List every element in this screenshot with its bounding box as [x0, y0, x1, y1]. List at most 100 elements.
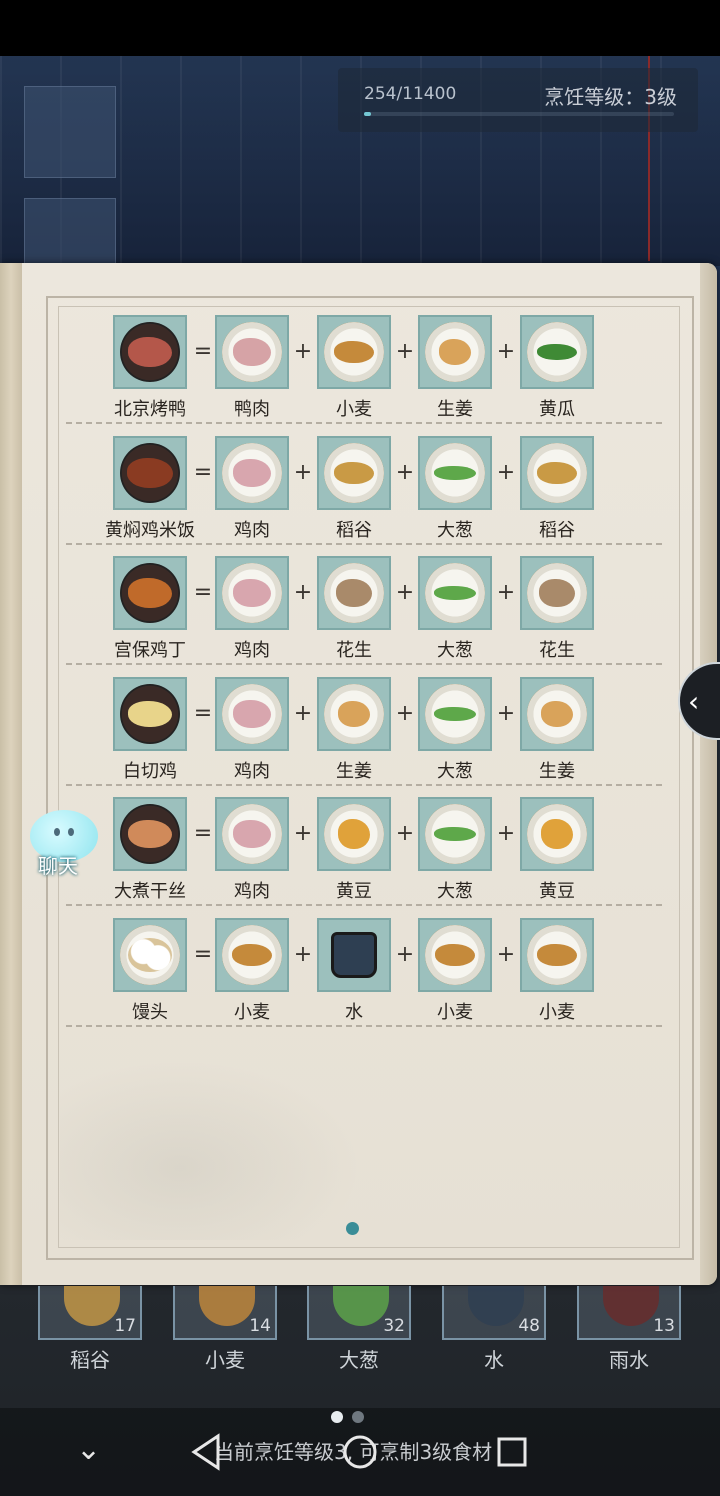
ingredient-cell[interactable]: [418, 315, 492, 389]
ingredient-cell[interactable]: [520, 918, 594, 992]
ingredient-cell[interactable]: [215, 556, 289, 630]
rice-grain-icon: [334, 462, 374, 484]
dish-cell[interactable]: [113, 315, 187, 389]
inventory-item[interactable]: 32: [307, 1286, 411, 1340]
ingredient-cell[interactable]: [418, 677, 492, 751]
inventory-label: 水: [484, 1348, 504, 1372]
ingredient-cell[interactable]: [520, 677, 594, 751]
wheat-icon: [334, 341, 374, 363]
plate: [324, 804, 384, 864]
soybean-icon: [541, 819, 573, 849]
ingredient-cell[interactable]: [215, 315, 289, 389]
ingredient-cell[interactable]: [418, 918, 492, 992]
ingredient-cell[interactable]: [215, 797, 289, 871]
plate: [324, 684, 384, 744]
scallion-icon: [434, 827, 476, 841]
ingredient-cell[interactable]: [317, 315, 391, 389]
ingredient-cell[interactable]: [520, 797, 594, 871]
row-divider: [66, 543, 662, 545]
inventory-count: 17: [114, 1316, 136, 1336]
rain-water-bucket-icon: [603, 1286, 659, 1326]
plus-sign: +: [496, 580, 516, 605]
ingredient-cell[interactable]: [418, 556, 492, 630]
ingredient-cell[interactable]: [520, 315, 594, 389]
inventory-label: 小麦: [205, 1348, 245, 1372]
equals-sign: =: [193, 460, 213, 485]
chat-eye: [54, 828, 60, 836]
ingredient-name: 鸡肉: [234, 640, 270, 661]
inventory-item[interactable]: 48: [442, 1286, 546, 1340]
ingredient-cell[interactable]: [317, 556, 391, 630]
ingredient-name: 生姜: [437, 399, 473, 420]
recipe-book-spine: [0, 263, 22, 1285]
chat-button[interactable]: 聊天: [28, 808, 100, 878]
ingredient-cell[interactable]: [317, 797, 391, 871]
dish-cell[interactable]: [113, 436, 187, 510]
ginger-icon: [439, 339, 471, 365]
chat-label: 聊天: [38, 854, 78, 878]
ginger-icon: [338, 701, 370, 727]
chicken-meat-icon: [233, 459, 271, 487]
home-icon[interactable]: [342, 1434, 378, 1474]
ingredient-name: 鸡肉: [234, 761, 270, 782]
ingredient-name: 大葱: [437, 881, 473, 902]
dish-cell[interactable]: [113, 918, 187, 992]
inventory-page-dot: [352, 1411, 364, 1423]
dish-cell[interactable]: [113, 677, 187, 751]
equals-sign: =: [193, 942, 213, 967]
plate: [324, 925, 384, 985]
dish-name: 北京烤鸭: [114, 399, 186, 420]
plate: [222, 443, 282, 503]
recents-icon[interactable]: [496, 1436, 528, 1472]
chevron-down-icon[interactable]: ⌄: [76, 1432, 101, 1467]
plus-sign: +: [496, 942, 516, 967]
inventory-item[interactable]: 17: [38, 1286, 142, 1340]
chicken-meat-icon: [233, 579, 271, 607]
plate: [527, 684, 587, 744]
inventory-item[interactable]: 13: [577, 1286, 681, 1340]
back-icon[interactable]: [188, 1432, 224, 1476]
ingredient-name: 生姜: [336, 761, 372, 782]
status-bar: [0, 0, 720, 56]
plate: [425, 322, 485, 382]
plate: [222, 322, 282, 382]
plate: [425, 804, 485, 864]
plus-sign: +: [293, 942, 313, 967]
ingredient-cell[interactable]: [520, 556, 594, 630]
dish-cell[interactable]: [113, 797, 187, 871]
ingredient-name: 小麦: [234, 1002, 270, 1023]
equals-sign: =: [193, 821, 213, 846]
dish-name: 宫保鸡丁: [114, 640, 186, 661]
ingredient-cell[interactable]: [317, 918, 391, 992]
plus-sign: +: [293, 580, 313, 605]
rice-grain-icon: [64, 1286, 120, 1326]
plate: [527, 925, 587, 985]
ingredient-cell[interactable]: [215, 436, 289, 510]
plate: [425, 684, 485, 744]
ingredient-cell[interactable]: [418, 797, 492, 871]
ingredient-name: 大葱: [437, 640, 473, 661]
plus-sign: +: [395, 580, 415, 605]
peanut-icon: [539, 579, 575, 607]
inventory-count: 48: [518, 1316, 540, 1336]
ingredient-cell[interactable]: [215, 918, 289, 992]
cucumber-icon: [537, 344, 577, 360]
ingredient-name: 大葱: [437, 761, 473, 782]
dish-name: 黄焖鸡米饭: [105, 520, 195, 541]
chevron-left-icon: ‹: [688, 684, 700, 718]
row-divider: [66, 1025, 662, 1027]
plus-sign: +: [395, 460, 415, 485]
ingredient-cell[interactable]: [520, 436, 594, 510]
scallion-icon: [434, 586, 476, 600]
inventory-item[interactable]: 14: [173, 1286, 277, 1340]
cooking-level-text: 烹饪等级：3级: [544, 85, 677, 109]
plate: [120, 563, 180, 623]
ingredient-cell[interactable]: [418, 436, 492, 510]
ingredient-cell[interactable]: [215, 677, 289, 751]
ingredient-cell[interactable]: [317, 677, 391, 751]
plate: [425, 443, 485, 503]
dish-cell[interactable]: [113, 556, 187, 630]
ingredient-cell[interactable]: [317, 436, 391, 510]
ingredient-name: 花生: [539, 640, 575, 661]
plus-sign: +: [496, 339, 516, 364]
